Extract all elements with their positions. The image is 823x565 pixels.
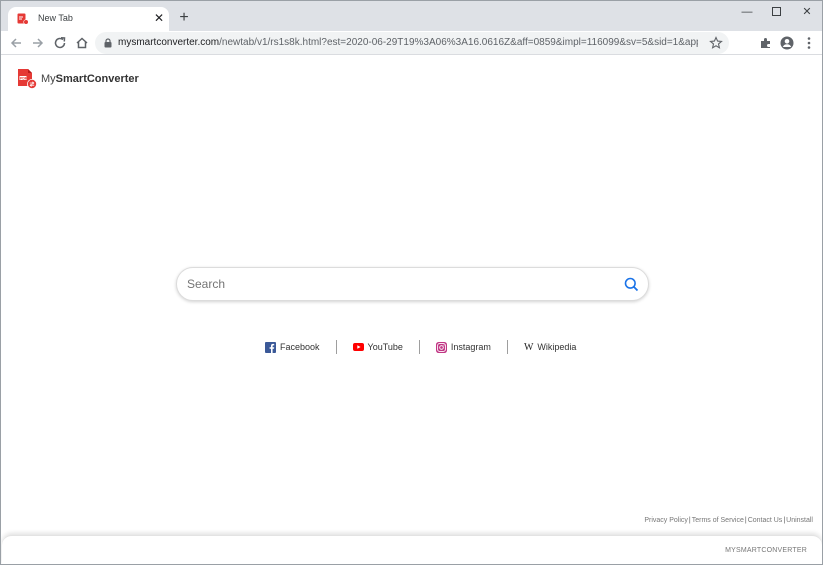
quick-link-label: Instagram (450, 342, 491, 352)
footer-link-contact[interactable]: Contact Us (748, 517, 783, 524)
profile-avatar-icon[interactable] (779, 35, 795, 51)
maximize-icon[interactable] (766, 5, 786, 19)
footer-link-terms[interactable]: Terms of Service (692, 517, 744, 524)
footer-brand: MYSMARTCONVERTER (725, 547, 807, 554)
pdf-converter-logo-icon: PDF (18, 69, 37, 89)
footer-separator: | (744, 517, 747, 524)
toolbar: mysmartconverter.com/newtab/v1/rs1s8k.ht… (1, 31, 822, 55)
youtube-icon (352, 343, 364, 351)
address-bar[interactable]: mysmartconverter.com/newtab/v1/rs1s8k.ht… (95, 32, 729, 54)
back-arrow-icon[interactable] (8, 35, 24, 51)
browser-window: New Tab ✕ + — ✕ mysmartconverter.com/new… (0, 0, 823, 565)
footer-link-uninstall[interactable]: Uninstall (786, 517, 813, 524)
menu-kebab-icon[interactable] (801, 35, 817, 51)
pdf-favicon-icon (17, 13, 29, 25)
quick-link-label: Wikipedia (537, 342, 577, 352)
minimize-icon[interactable]: — (737, 5, 757, 19)
brand-name: MySmartConverter (41, 73, 139, 85)
footer-links: Privacy Policy|Terms of Service|Contact … (644, 517, 813, 524)
url-text: mysmartconverter.com/newtab/v1/rs1s8k.ht… (118, 37, 698, 48)
quick-link-wikipedia[interactable]: W Wikipedia (524, 342, 576, 353)
divider (335, 340, 337, 354)
tab-new-tab[interactable]: New Tab ✕ (8, 7, 169, 31)
close-window-icon[interactable]: ✕ (797, 5, 817, 19)
divider (418, 340, 420, 354)
facebook-icon (265, 341, 276, 353)
wikipedia-icon: W (523, 341, 534, 353)
quick-link-instagram[interactable]: Instagram (435, 341, 491, 353)
search-icon[interactable] (624, 277, 639, 292)
footer-link-privacy[interactable]: Privacy Policy (644, 517, 688, 524)
new-tab-icon[interactable]: + (177, 10, 191, 26)
svg-text:PDF: PDF (20, 76, 28, 80)
search-box[interactable] (176, 267, 649, 301)
quick-link-label: YouTube (367, 342, 403, 352)
tab-title: New Tab (38, 13, 73, 23)
quick-link-youtube[interactable]: YouTube (352, 342, 403, 352)
divider (506, 340, 508, 354)
footer-bar: MYSMARTCONVERTER (2, 535, 822, 564)
brand-name-prefix: My (41, 73, 56, 85)
quick-link-facebook[interactable]: Facebook (265, 341, 320, 353)
lock-icon[interactable] (104, 38, 112, 48)
forward-arrow-icon[interactable] (30, 35, 46, 51)
bookmark-star-icon[interactable] (709, 36, 723, 50)
quick-link-label: Facebook (280, 342, 320, 352)
brand-name-bold: SmartConverter (55, 73, 139, 85)
reload-icon[interactable] (52, 35, 68, 51)
quick-links: Facebook YouTube Instagram W Wikipedia (265, 339, 576, 355)
close-tab-icon[interactable]: ✕ (153, 12, 165, 24)
footer-separator: | (688, 517, 691, 524)
page-content: PDF MySmartConverter Facebook (1, 56, 822, 564)
brand-logo[interactable]: PDF MySmartConverter (16, 68, 139, 90)
url-path: /newtab/v1/rs1s8k.html?est=2020-06-29T19… (219, 37, 698, 48)
tab-strip: New Tab ✕ + — ✕ (1, 1, 822, 31)
search-input[interactable] (187, 274, 607, 294)
extensions-puzzle-icon[interactable] (758, 35, 774, 51)
home-icon[interactable] (74, 35, 90, 51)
url-host: mysmartconverter.com (118, 37, 220, 48)
instagram-icon (435, 341, 447, 353)
footer-separator: | (783, 517, 786, 524)
